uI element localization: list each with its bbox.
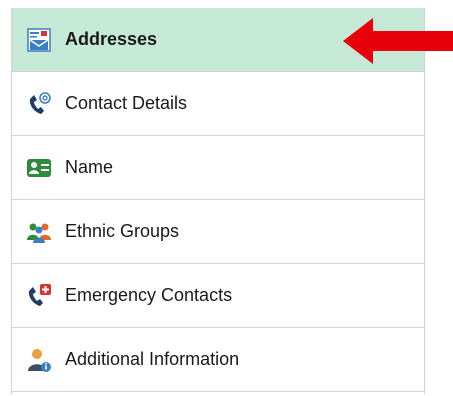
nav-item-label: Ethnic Groups bbox=[65, 221, 180, 241]
nav-item-label: Contact Details bbox=[65, 93, 188, 113]
nav-item-label: Addresses bbox=[65, 29, 158, 49]
emergency-contacts-icon bbox=[26, 283, 52, 309]
name-card-icon bbox=[26, 155, 52, 181]
red-arrow-icon bbox=[343, 18, 453, 64]
nav-item-label: Name bbox=[65, 157, 114, 177]
nav-item-label: Additional Information bbox=[65, 349, 240, 369]
nav-item-label: Emergency Contacts bbox=[65, 285, 233, 305]
nav-item-contact-details[interactable]: Contact Details bbox=[12, 72, 424, 136]
nav-item-emergency-contacts[interactable]: Emergency Contacts bbox=[12, 264, 424, 328]
nav-item-ethnic-groups[interactable]: Ethnic Groups bbox=[12, 200, 424, 264]
nav-item-additional-information[interactable]: Additional Information bbox=[12, 328, 424, 392]
nav-item-name[interactable]: Name bbox=[12, 136, 424, 200]
addresses-icon bbox=[26, 27, 52, 53]
additional-information-icon bbox=[26, 347, 52, 373]
contact-details-icon bbox=[26, 91, 52, 117]
ethnic-groups-icon bbox=[26, 219, 52, 245]
